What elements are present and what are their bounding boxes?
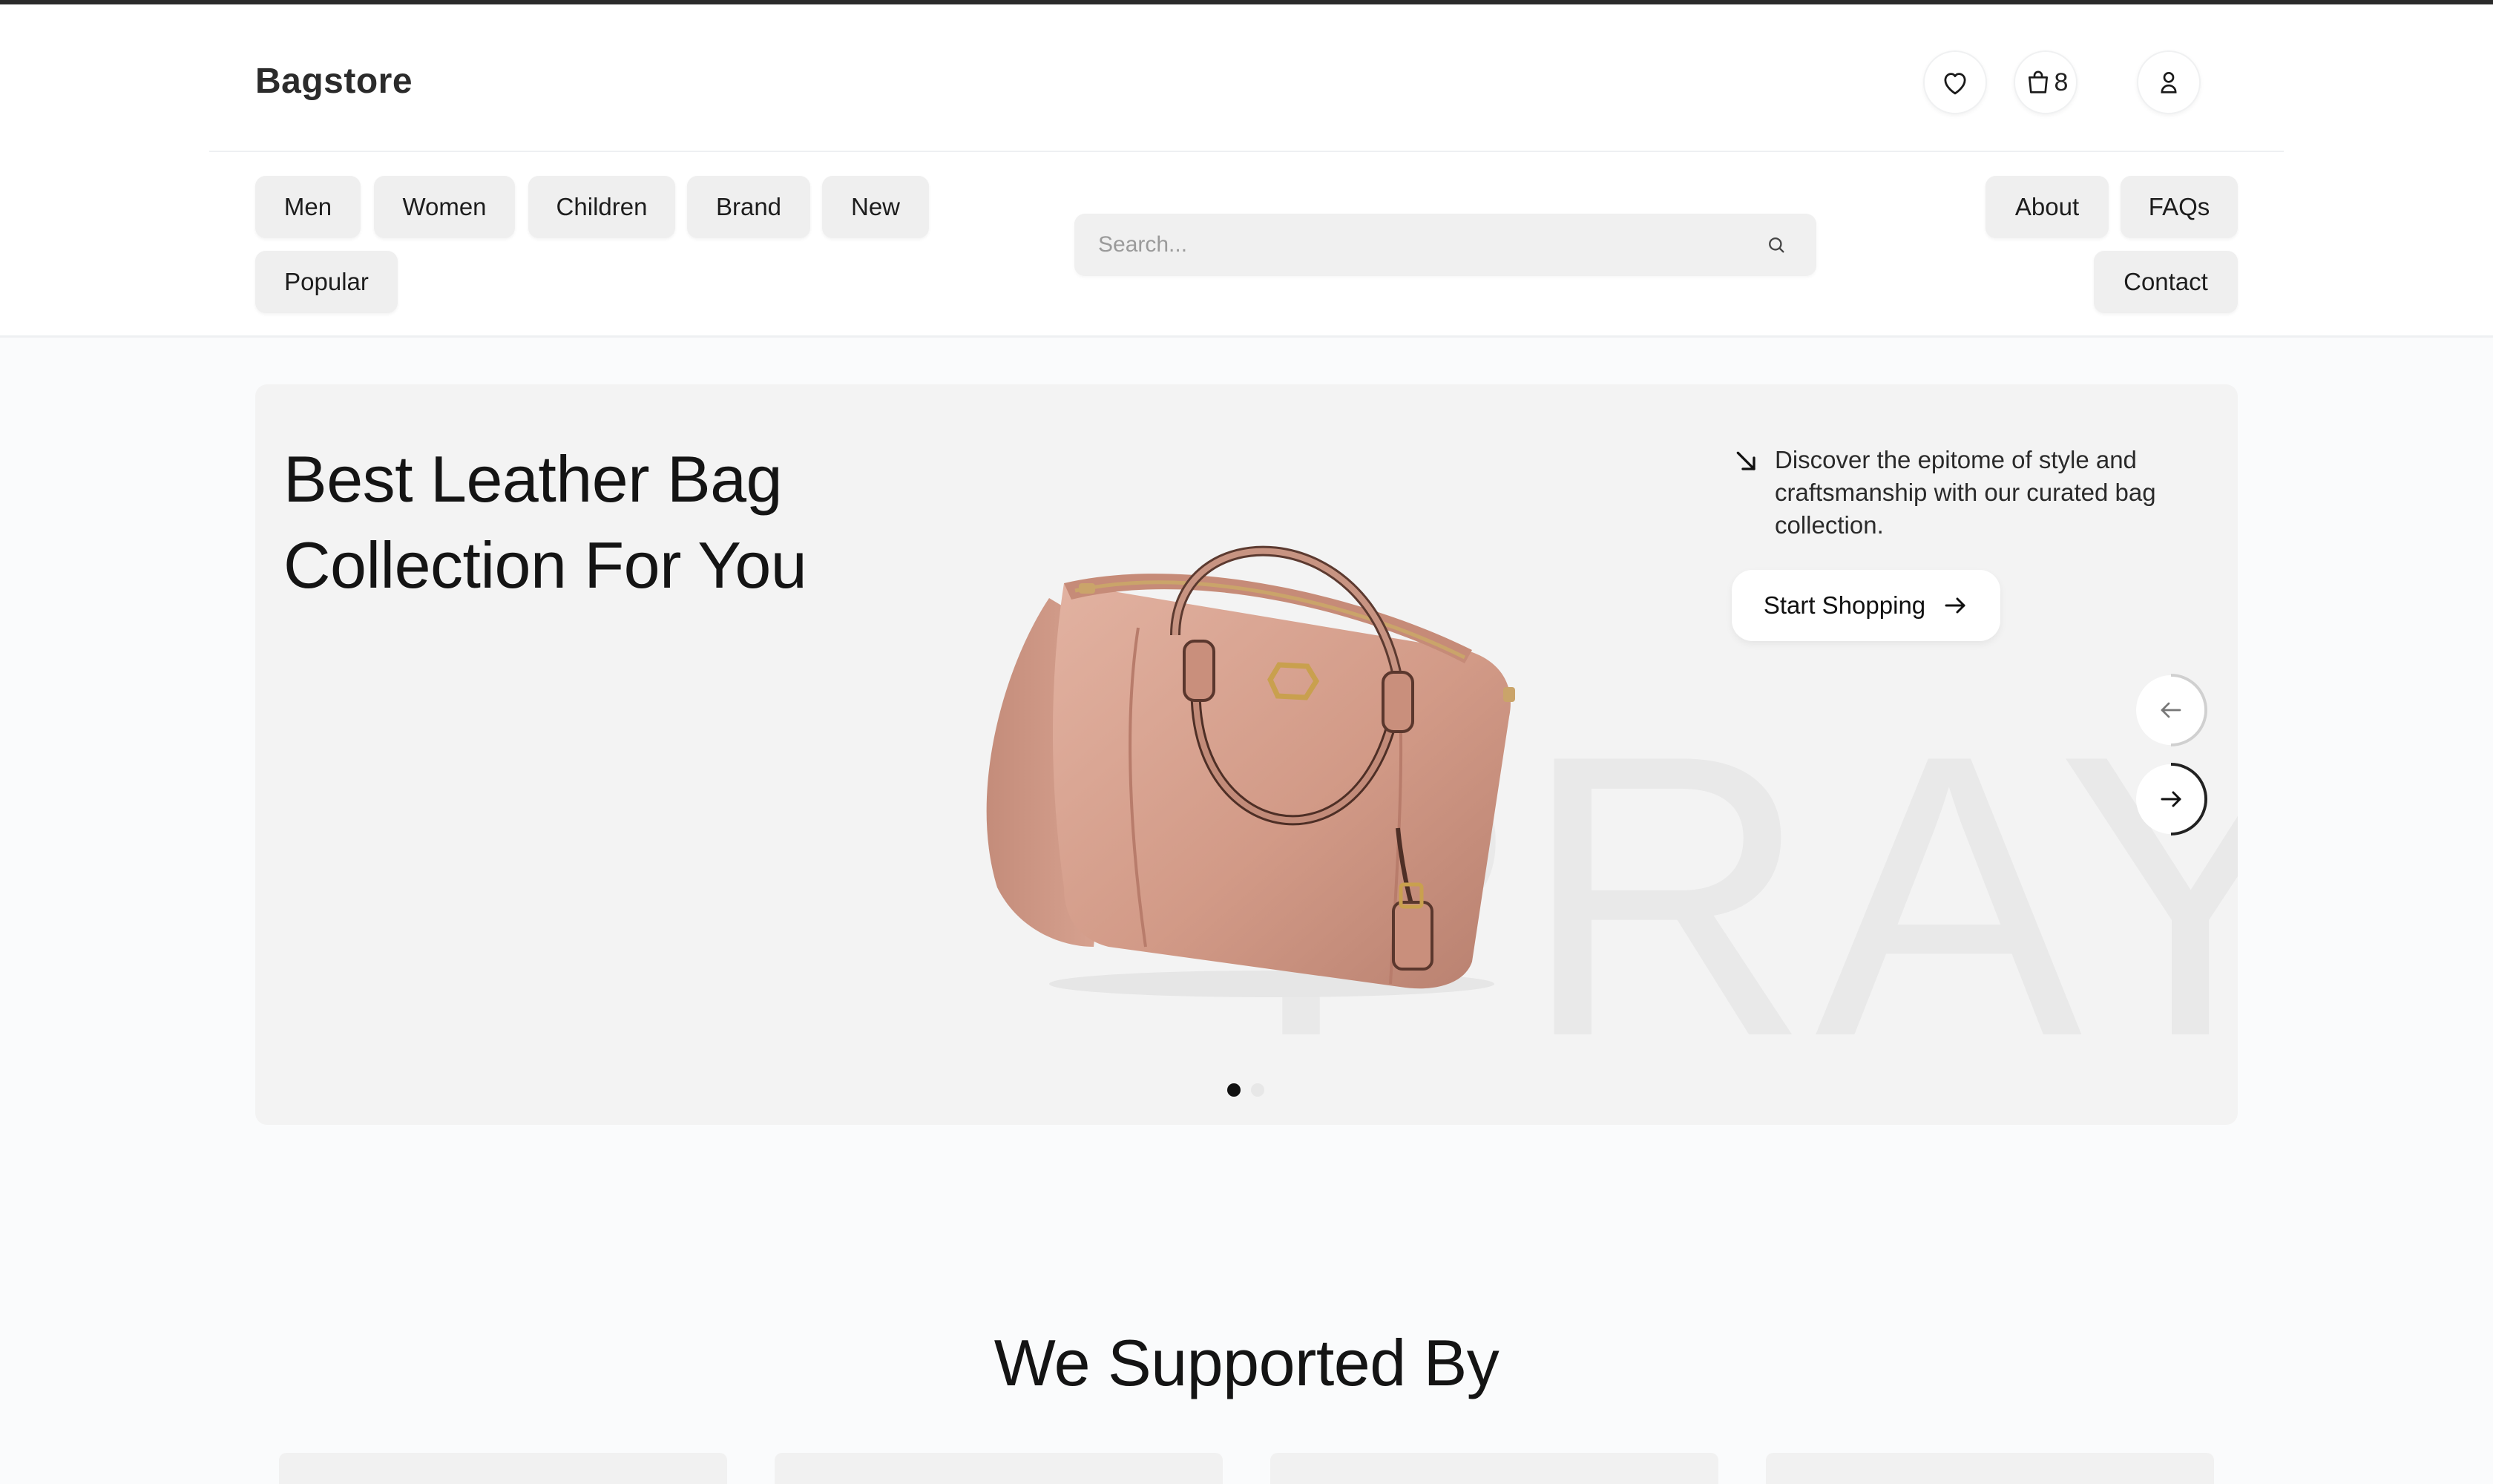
start-shopping-button[interactable]: Start Shopping: [1732, 570, 2000, 641]
hero-title-line-2: Collection For You: [283, 528, 807, 602]
nav-men[interactable]: Men: [255, 176, 361, 238]
cart-count-badge: 8: [2054, 68, 2069, 96]
shopping-bag-icon: [2028, 70, 2048, 93]
sponsor-card: [1270, 1453, 1718, 1484]
nav-popular[interactable]: Popular: [255, 251, 398, 313]
slider-ring: [2170, 674, 2207, 746]
nav-women[interactable]: Women: [374, 176, 515, 238]
user-icon: [2161, 72, 2177, 93]
sponsor-card: [1766, 1453, 2214, 1484]
slider-next-button[interactable]: [2136, 763, 2207, 835]
arrow-down-right-icon: [1736, 451, 1755, 470]
cart-button[interactable]: 8: [2014, 50, 2078, 114]
arrow-right-icon: [1945, 597, 1965, 614]
sponsor-card: [279, 1453, 727, 1484]
nav-contact[interactable]: Contact: [2094, 251, 2238, 313]
hero-banner: PRAYU Best Leather Bag Collection For Yo…: [255, 384, 2238, 1125]
supported-by-title: We Supported By: [993, 1326, 1500, 1399]
search-input[interactable]: [1074, 214, 1816, 276]
slider-pagination: [1227, 1083, 1264, 1097]
nav-about[interactable]: About: [1985, 176, 2109, 238]
leather-bag-image: [986, 545, 1515, 997]
nav-new[interactable]: New: [822, 176, 929, 238]
heart-icon: [1944, 73, 1966, 95]
nav-brand[interactable]: Brand: [687, 176, 810, 238]
hero-title-line-1: Best Leather Bag: [283, 442, 783, 516]
nav-children[interactable]: Children: [528, 176, 675, 238]
slider-ring: [2170, 763, 2207, 835]
hero-description: Discover the epitome of style and crafts…: [1775, 446, 2156, 539]
nav-faqs[interactable]: FAQs: [2121, 176, 2238, 238]
slider-prev-button[interactable]: [2136, 674, 2207, 746]
wishlist-button[interactable]: [1923, 50, 1987, 114]
slider-dot[interactable]: [1251, 1083, 1264, 1097]
header-divider: [209, 151, 2284, 152]
sponsor-card: [775, 1453, 1223, 1484]
brand-logo[interactable]: Bagstore: [255, 61, 413, 102]
hero-title: Best Leather Bag Collection For You: [283, 436, 807, 608]
slider-dot-active[interactable]: [1227, 1083, 1241, 1097]
start-shopping-label: Start Shopping: [1763, 591, 1926, 619]
account-button[interactable]: [2137, 50, 2201, 114]
search-icon[interactable]: [1766, 234, 1787, 255]
